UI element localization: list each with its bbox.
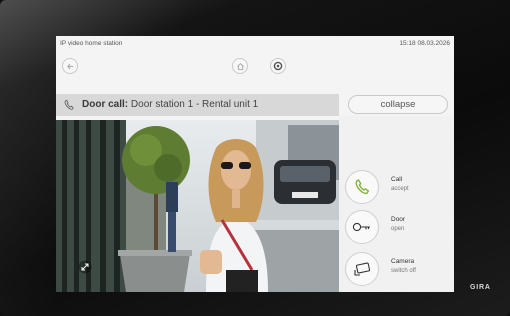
touch-screen: IP video home station 15:18 08.03.2026 D… <box>56 36 454 292</box>
open-door-label: Door <box>391 216 406 223</box>
status-bar: IP video home station 15:18 08.03.2026 <box>56 36 454 52</box>
arrow-left-icon <box>66 63 73 69</box>
open-door-action[interactable]: Door open <box>345 208 450 248</box>
accept-call-button[interactable] <box>345 170 379 204</box>
intercom-device: IP video home station 15:18 08.03.2026 D… <box>0 0 510 316</box>
camera-off-label: Camera <box>391 258 415 265</box>
camera-off-sublabel: switch off <box>391 268 416 274</box>
handset-icon <box>64 99 74 110</box>
expand-icon[interactable] <box>78 260 92 274</box>
home-icon <box>236 62 244 70</box>
accept-call-label: Call <box>391 176 403 183</box>
settings-icon <box>273 61 283 71</box>
brand-logo: GIRA <box>470 284 491 291</box>
key-icon <box>352 222 370 232</box>
back-button[interactable] <box>62 58 78 74</box>
home-button[interactable] <box>232 58 248 74</box>
handset-icon <box>355 179 370 195</box>
camera-off-action[interactable]: Camera switch off <box>345 250 450 290</box>
call-prefix: Door call: <box>82 99 129 110</box>
open-door-button[interactable] <box>345 210 379 244</box>
accept-call-sublabel: accept <box>391 186 409 192</box>
camera-video-feed[interactable] <box>56 120 339 292</box>
camera-icon <box>354 262 371 276</box>
call-title: Door call: Door station 1 - Rental unit … <box>82 99 258 110</box>
navigation-row <box>56 54 454 80</box>
open-door-sublabel: open <box>391 226 405 232</box>
clock: 15:18 08.03.2026 <box>399 40 450 47</box>
door-call-header: Door call: Door station 1 - Rental unit … <box>56 94 339 116</box>
camera-off-button[interactable] <box>345 252 379 286</box>
app-title: IP video home station <box>60 40 123 47</box>
accept-call-action[interactable]: Call accept <box>345 168 450 208</box>
video-image <box>56 120 339 292</box>
settings-button[interactable] <box>270 58 286 74</box>
call-source: Door station 1 - Rental unit 1 <box>130 99 259 110</box>
collapse-button[interactable]: collapse <box>348 95 448 114</box>
call-actions-panel: Call accept Door open Camera switch off <box>339 116 454 292</box>
